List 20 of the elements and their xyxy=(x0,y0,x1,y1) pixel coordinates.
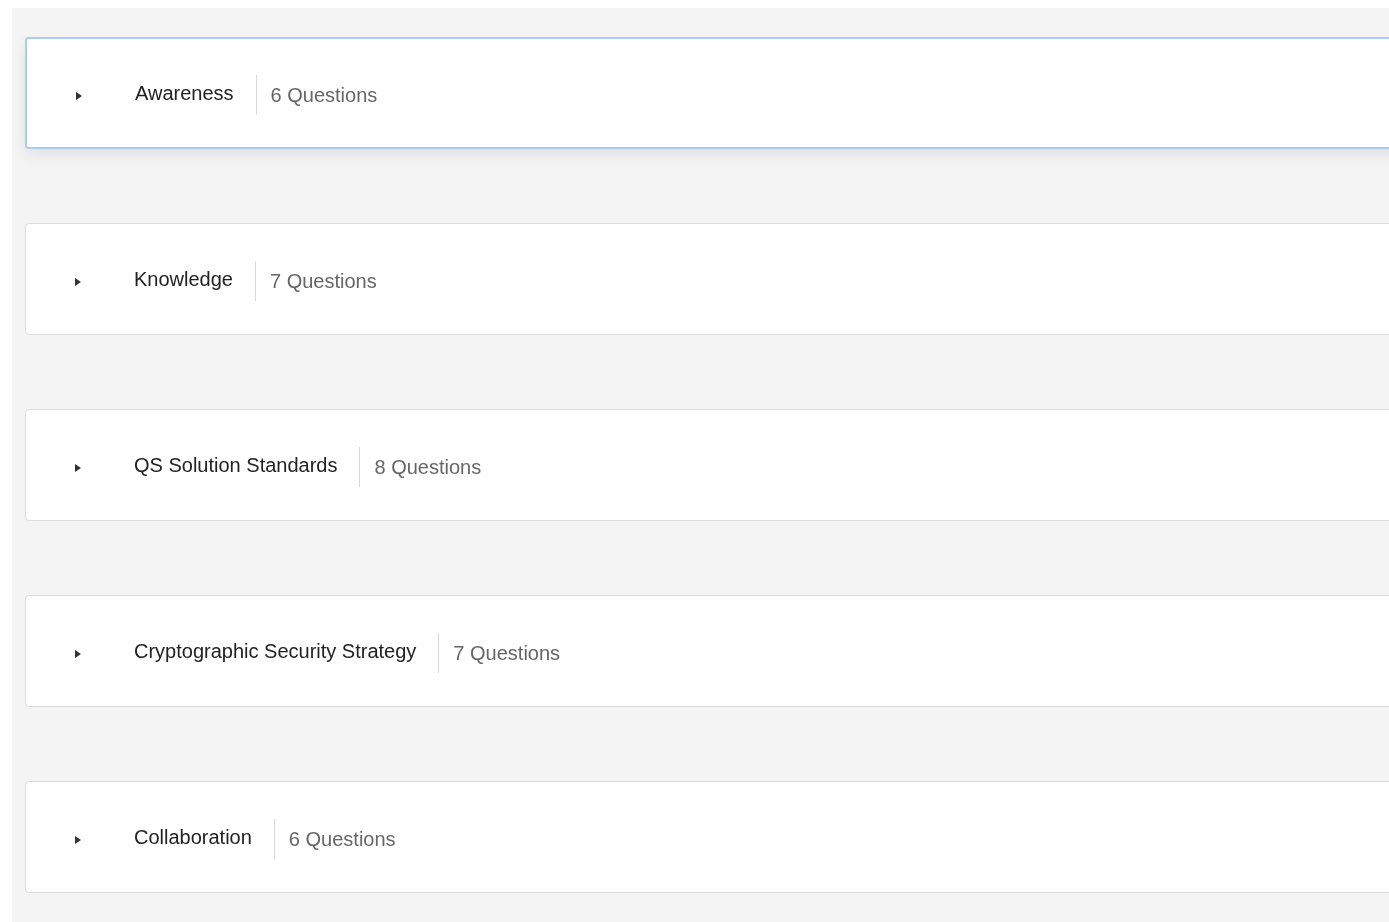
caret-right-icon[interactable] xyxy=(74,647,82,661)
caret-right-icon[interactable] xyxy=(74,833,82,847)
question-count: 7 Questions xyxy=(453,641,561,666)
caret-right-icon[interactable] xyxy=(74,275,82,289)
question-block[interactable]: Knowledge 7 Questions xyxy=(25,223,1389,335)
question-count: 8 Questions xyxy=(374,455,482,480)
question-count: 7 Questions xyxy=(269,269,377,294)
question-block[interactable]: Collaboration 6 Questions xyxy=(25,781,1389,893)
block-title: Cryptographic Security Strategy xyxy=(134,639,417,664)
question-block[interactable]: Cryptographic Security Strategy 7 Questions xyxy=(25,595,1389,707)
question-block[interactable]: QS Solution Standards 8 Questions xyxy=(25,409,1389,521)
question-block[interactable]: Awareness 6 Questions xyxy=(25,37,1389,149)
caret-right-icon[interactable] xyxy=(74,461,82,475)
block-title: QS Solution Standards xyxy=(134,453,338,478)
block-title: Awareness xyxy=(135,81,234,106)
question-count: 6 Questions xyxy=(270,83,378,108)
block-title: Knowledge xyxy=(134,267,233,292)
block-title: Collaboration xyxy=(134,825,252,850)
question-count: 6 Questions xyxy=(288,827,396,852)
caret-right-icon[interactable] xyxy=(75,89,83,103)
